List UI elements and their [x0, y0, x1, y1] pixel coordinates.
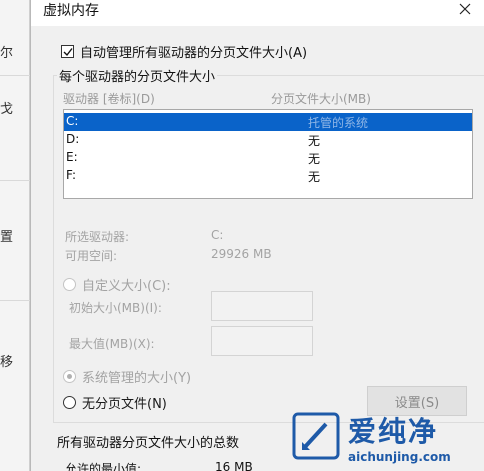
custom-size-label: 自定义大小(C): — [82, 279, 171, 294]
custom-size-option[interactable]: 自定义大小(C): — [63, 275, 171, 294]
close-button[interactable] — [445, 0, 484, 18]
auto-manage-checkbox[interactable] — [61, 45, 74, 58]
drive-row-e[interactable]: E: 无 — [64, 149, 472, 167]
background-text: 置 — [0, 230, 14, 245]
min-allowed-label: 允许的最小值: — [65, 462, 142, 471]
drive-letter: F: — [66, 168, 77, 182]
per-drive-group-title: 每个驱动器的分页文件大小 — [57, 66, 218, 85]
system-managed-option[interactable]: 系统管理的大小(Y) — [63, 367, 191, 386]
close-icon — [459, 3, 471, 15]
watermark: 爱纯净 aichunjing.com — [290, 410, 484, 471]
drive-letter: C: — [66, 114, 79, 128]
max-size-label: 最大值(MB)(X): — [69, 337, 155, 351]
drive-letter: D: — [66, 132, 80, 146]
dialog-title: 虚拟内存 — [43, 3, 99, 19]
background-window: 尔 戈 置 移 — [0, 0, 30, 471]
selected-drive-value: C: — [211, 228, 224, 242]
column-header-size: 分页文件大小(MB) — [271, 92, 371, 106]
drive-row-f[interactable]: F: 无 — [64, 167, 472, 185]
column-header-drive: 驱动器 [卷标](D) — [63, 92, 155, 106]
checkmark-icon — [63, 47, 73, 56]
drive-page-size: 无 — [308, 170, 321, 184]
background-divider — [0, 300, 30, 301]
drive-list[interactable]: C: 托管的系统 D: 无 E: 无 F: 无 — [63, 109, 473, 199]
initial-size-label: 初始大小(MB)(I): — [69, 301, 162, 315]
drive-letter: E: — [66, 150, 78, 164]
watermark-brand: 爱纯净 — [348, 415, 439, 448]
system-managed-label: 系统管理的大小(Y) — [82, 371, 192, 386]
drive-row-c[interactable]: C: 托管的系统 — [64, 113, 472, 131]
max-size-input[interactable] — [211, 326, 313, 356]
auto-manage-label: 自动管理所有驱动器的分页文件大小(A) — [80, 46, 308, 61]
initial-size-input[interactable] — [211, 291, 313, 321]
min-allowed-value: 16 MB — [215, 460, 253, 471]
drive-page-size: 无 — [308, 134, 321, 148]
brand-logo-icon — [292, 412, 340, 460]
background-text: 尔 — [0, 46, 14, 61]
background-text: 移 — [0, 355, 14, 370]
virtual-memory-dialog: 虚拟内存 自动管理所有驱动器的分页文件大小(A) 每个驱动器的分页文件大小 驱动… — [30, 0, 484, 471]
drive-page-size: 托管的系统 — [308, 116, 369, 130]
background-divider — [0, 75, 30, 76]
no-paging-radio[interactable] — [63, 396, 76, 409]
watermark-url: aichunjing.com — [348, 450, 451, 464]
title-bar: 虚拟内存 — [31, 0, 484, 26]
no-paging-option[interactable]: 无分页文件(N) — [63, 393, 167, 412]
custom-size-radio[interactable] — [63, 278, 76, 291]
free-space-label: 可用空间: — [65, 249, 118, 263]
no-paging-label: 无分页文件(N) — [82, 397, 167, 412]
system-managed-radio[interactable] — [63, 370, 76, 383]
selected-drive-label: 所选驱动器: — [65, 230, 130, 244]
drive-page-size: 无 — [308, 152, 321, 166]
background-divider — [0, 180, 30, 181]
auto-manage-row[interactable]: 自动管理所有驱动器的分页文件大小(A) — [61, 42, 307, 61]
drive-row-d[interactable]: D: 无 — [64, 131, 472, 149]
totals-group-title: 所有驱动器分页文件大小的总数 — [57, 436, 240, 451]
free-space-value: 29926 MB — [211, 247, 272, 261]
background-text: 戈 — [0, 102, 14, 117]
